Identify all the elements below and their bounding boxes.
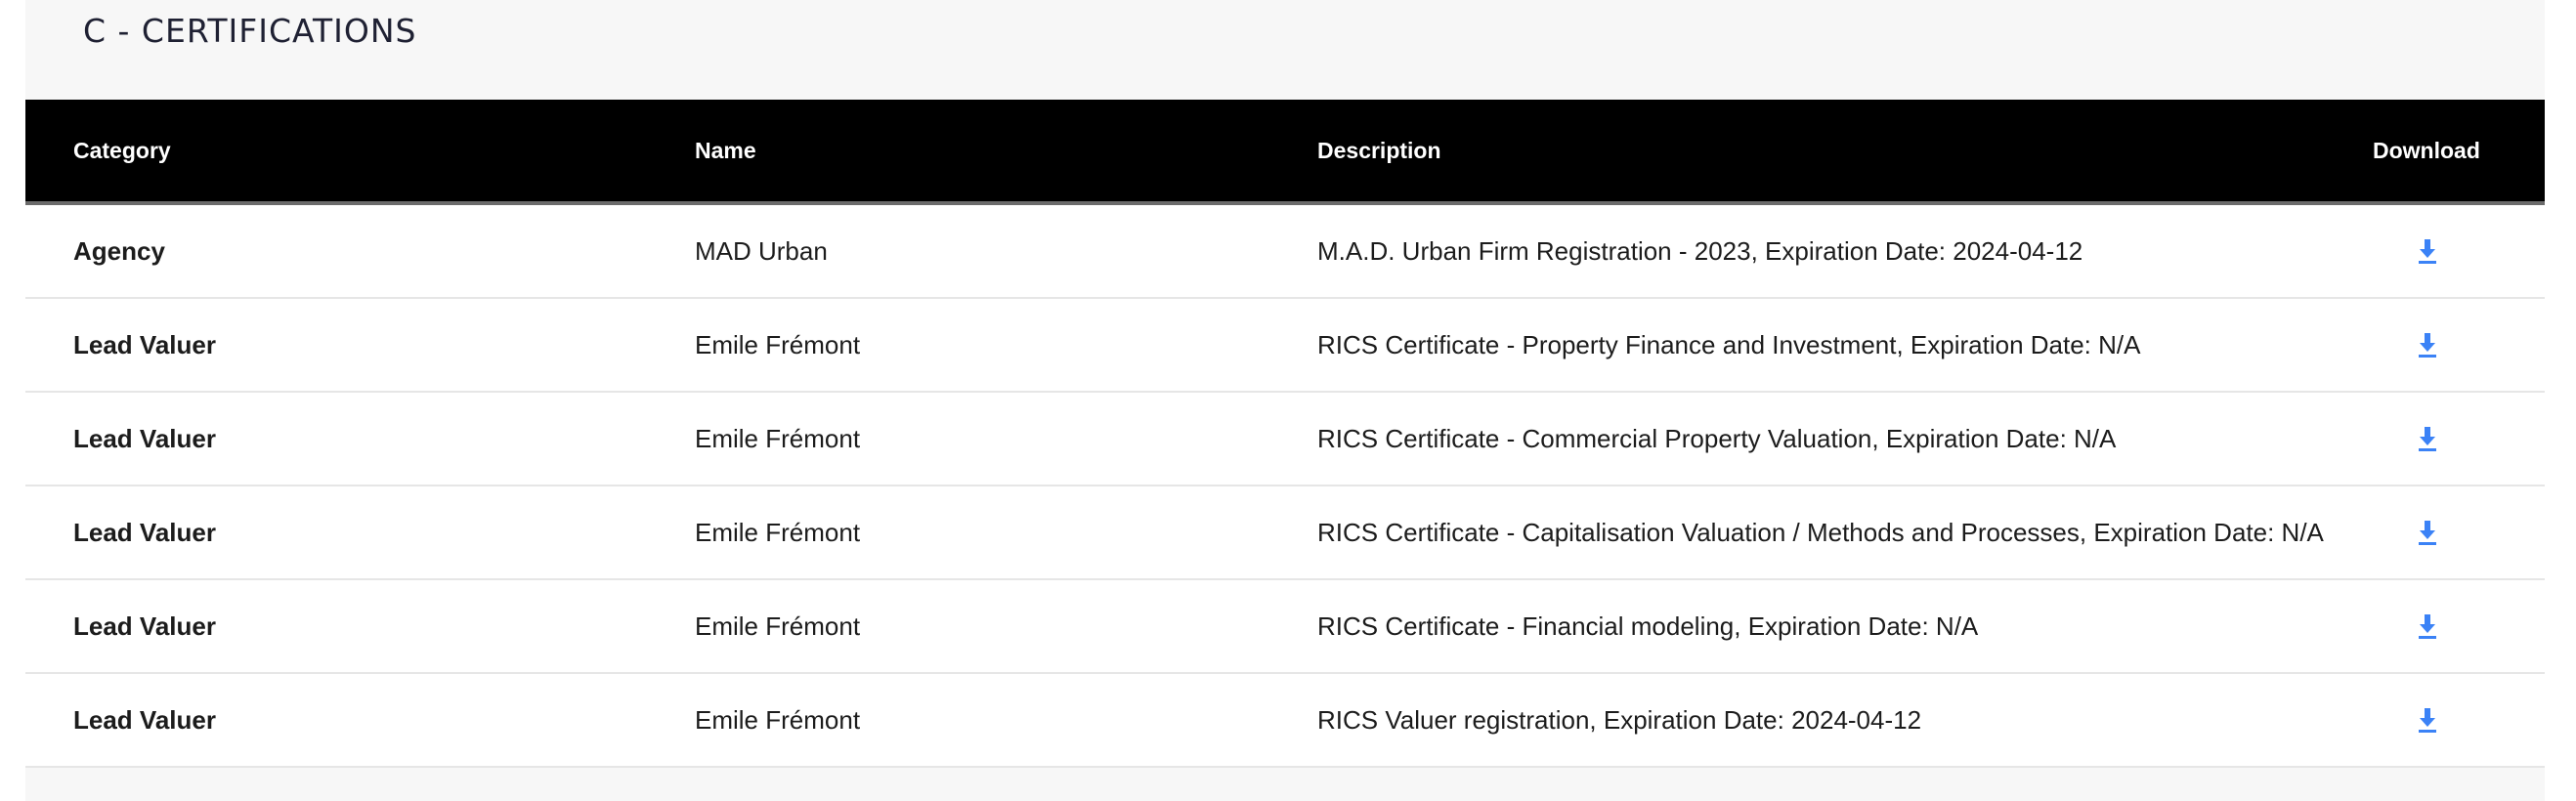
cell-category: Lead Valuer [73, 611, 216, 641]
cell-name: Emile Frémont [695, 611, 861, 641]
cell-category: Agency [73, 236, 165, 266]
cell-description: RICS Certificate - Property Finance and … [1317, 330, 2141, 359]
table-row: Lead Valuer Emile Frémont RICS Certifica… [25, 486, 2545, 580]
download-icon[interactable] [2412, 486, 2445, 578]
download-icon[interactable] [2412, 674, 2445, 766]
cell-download [2412, 674, 2445, 766]
cell-download [2412, 299, 2445, 391]
download-icon[interactable] [2412, 580, 2445, 672]
cell-name: Emile Frémont [695, 518, 861, 547]
header-name: Name [695, 138, 756, 163]
cell-name: Emile Frémont [695, 424, 861, 453]
cell-name: Emile Frémont [695, 330, 861, 359]
cell-description: M.A.D. Urban Firm Registration - 2023, E… [1317, 236, 2083, 266]
certifications-table: Category Name Description Download Agenc… [25, 100, 2545, 768]
table-row: Lead Valuer Emile Frémont RICS Valuer re… [25, 674, 2545, 768]
cell-description: RICS Certificate - Capitalisation Valuat… [1317, 518, 2324, 547]
cell-download [2412, 205, 2445, 297]
table-row: Lead Valuer Emile Frémont RICS Certifica… [25, 299, 2545, 393]
cell-download [2412, 486, 2445, 578]
cell-category: Lead Valuer [73, 518, 216, 547]
cell-download [2412, 580, 2445, 672]
header-category: Category [73, 138, 171, 163]
section-title: C - CERTIFICATIONS [83, 12, 417, 50]
table-row: Agency MAD Urban M.A.D. Urban Firm Regis… [25, 205, 2545, 299]
table-header: Category Name Description Download [25, 100, 2545, 205]
table-row: Lead Valuer Emile Frémont RICS Certifica… [25, 580, 2545, 674]
cell-name: MAD Urban [695, 236, 828, 266]
download-icon[interactable] [2412, 205, 2445, 297]
certifications-section: C - CERTIFICATIONS Category Name Descrip… [25, 0, 2545, 801]
download-icon[interactable] [2412, 299, 2445, 391]
table-row: Lead Valuer Emile Frémont RICS Certifica… [25, 393, 2545, 486]
cell-category: Lead Valuer [73, 424, 216, 453]
cell-category: Lead Valuer [73, 330, 216, 359]
cell-category: Lead Valuer [73, 705, 216, 735]
cell-description: RICS Certificate - Financial modeling, E… [1317, 611, 1979, 641]
page: C - CERTIFICATIONS Category Name Descrip… [0, 0, 2576, 801]
cell-description: RICS Certificate - Commercial Property V… [1317, 424, 2117, 453]
header-download: Download [2373, 138, 2480, 163]
download-icon[interactable] [2412, 393, 2445, 485]
header-description: Description [1317, 138, 1441, 163]
cell-name: Emile Frémont [695, 705, 861, 735]
cell-download [2412, 393, 2445, 485]
cell-description: RICS Valuer registration, Expiration Dat… [1317, 705, 1922, 735]
